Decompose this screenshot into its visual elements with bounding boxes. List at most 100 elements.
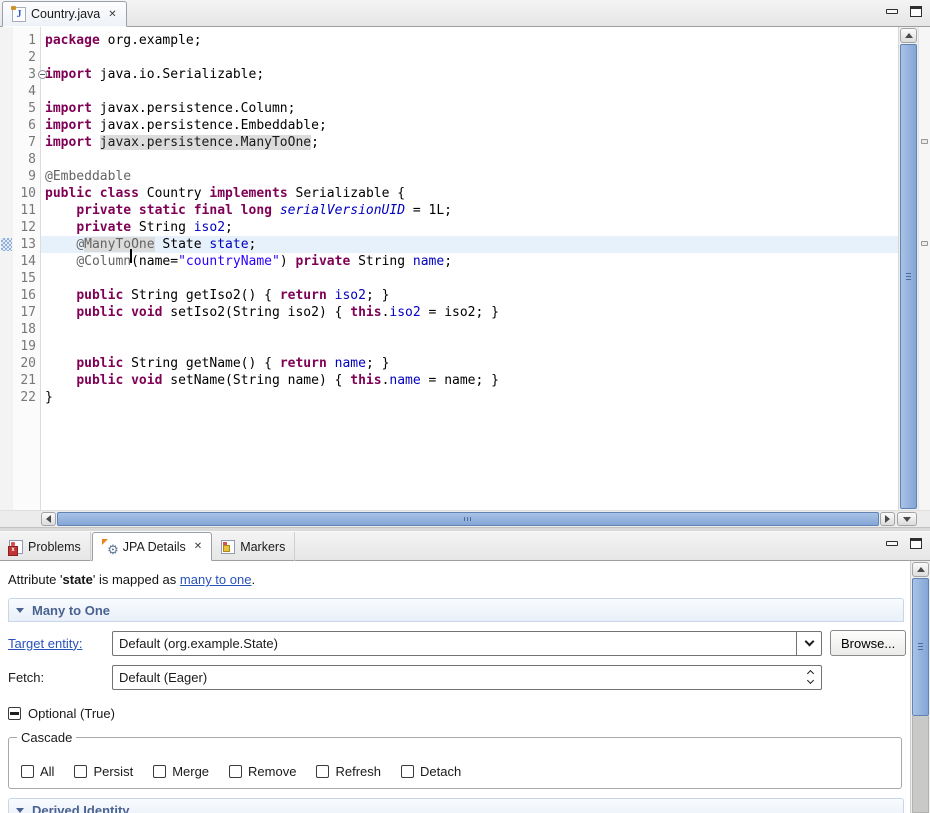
- code-line[interactable]: [41, 321, 898, 338]
- target-entity-combo[interactable]: Default (org.example.State): [112, 631, 822, 656]
- line-number: 12: [13, 219, 40, 236]
- optional-checkbox-row: Optional (True): [8, 706, 908, 721]
- section-title: Many to One: [32, 603, 110, 618]
- code-token: return: [280, 288, 327, 303]
- scroll-right-button[interactable]: [880, 512, 895, 526]
- close-icon[interactable]: ✕: [108, 9, 116, 20]
- overview-occurrence-marker[interactable]: [921, 241, 928, 246]
- code-line[interactable]: [41, 338, 898, 355]
- code-line[interactable]: [41, 270, 898, 287]
- code-token: javax.persistence.Column;: [92, 101, 296, 116]
- editor-hscrollbar-thumb[interactable]: [57, 512, 879, 526]
- cascade-option-all[interactable]: All: [21, 764, 54, 779]
- code-line[interactable]: import javax.persistence.ManyToOne;: [41, 134, 898, 151]
- code-line[interactable]: import javax.persistence.Column;: [41, 100, 898, 117]
- editor-vscrollbar-thumb[interactable]: [900, 44, 917, 509]
- checkbox-label: Merge: [172, 764, 209, 779]
- line-number: 17: [13, 304, 40, 321]
- code-token: public: [76, 305, 123, 320]
- code-token: iso2: [335, 288, 366, 303]
- hscrollbar-track[interactable]: [57, 512, 879, 526]
- code-line[interactable]: import java.io.Serializable;: [41, 66, 898, 83]
- code-line[interactable]: private static final long serialVersionU…: [41, 202, 898, 219]
- panel-vscrollbar-track[interactable]: [912, 716, 929, 813]
- combo-spinner[interactable]: [799, 666, 821, 689]
- code-token: = name; }: [421, 373, 499, 388]
- code-token: [123, 373, 131, 388]
- cascade-option-merge[interactable]: Merge: [153, 764, 209, 779]
- code-line[interactable]: }: [41, 389, 898, 406]
- code-line[interactable]: private String iso2;: [41, 219, 898, 236]
- scroll-up-button[interactable]: [900, 28, 917, 43]
- code-line-current[interactable]: @ManyToOne State state;: [41, 236, 898, 253]
- cascade-option-persist[interactable]: Persist: [74, 764, 133, 779]
- checkbox[interactable]: [21, 765, 34, 778]
- checkbox[interactable]: [153, 765, 166, 778]
- optional-checkbox[interactable]: [8, 707, 21, 720]
- annotation-ruler[interactable]: [0, 27, 13, 510]
- code-token: [45, 288, 76, 303]
- tab-jpa-details[interactable]: JPA Details ✕: [92, 532, 212, 561]
- code-line[interactable]: @Column(name="countryName") private Stri…: [41, 253, 898, 270]
- code-token: [45, 203, 76, 218]
- code-token: import: [45, 135, 92, 150]
- scroll-down-button[interactable]: [897, 512, 917, 526]
- browse-button[interactable]: Browse...: [830, 630, 906, 656]
- line-number: 3: [13, 66, 40, 83]
- code-text-area[interactable]: package org.example; import java.io.Seria…: [41, 27, 898, 510]
- tab-country-java[interactable]: J Country.java ✕: [2, 1, 127, 27]
- line-number-ruler[interactable]: 12345678910111213141516171819202122: [13, 27, 41, 510]
- code-token: setName(String name) {: [162, 373, 350, 388]
- view-tabbar: Problems JPA Details ✕ Markers: [0, 531, 930, 561]
- overview-ruler[interactable]: [918, 27, 930, 510]
- jpa-details-view: Attribute 'state' is mapped as many to o…: [0, 561, 930, 813]
- cascade-group: Cascade AllPersistMergeRemoveRefreshDeta…: [8, 737, 902, 789]
- code-token: name: [335, 356, 366, 371]
- minimize-icon[interactable]: [886, 541, 898, 546]
- tab-problems[interactable]: Problems: [0, 532, 91, 561]
- code-token: ): [280, 254, 296, 269]
- code-line[interactable]: public String getIso2() { return iso2; }: [41, 287, 898, 304]
- panel-vscrollbar-thumb[interactable]: [912, 578, 929, 716]
- code-line[interactable]: [41, 83, 898, 100]
- cascade-option-refresh[interactable]: Refresh: [316, 764, 381, 779]
- checkbox[interactable]: [74, 765, 87, 778]
- checkbox[interactable]: [401, 765, 414, 778]
- arrow-left-icon: [46, 515, 51, 523]
- section-derived-identity[interactable]: Derived Identity: [8, 798, 904, 813]
- maximize-icon[interactable]: [910, 6, 922, 17]
- overview-occurrence-marker[interactable]: [921, 139, 928, 144]
- code-line[interactable]: @Embeddable: [41, 168, 898, 185]
- checkbox[interactable]: [229, 765, 242, 778]
- code-token: (name=: [131, 254, 178, 269]
- mapping-type-link[interactable]: many to one: [180, 572, 252, 587]
- editor-tabbar: J Country.java ✕: [0, 0, 930, 27]
- attribute-mapping-text: Attribute 'state' is mapped as many to o…: [8, 572, 908, 589]
- maximize-icon[interactable]: [910, 538, 922, 549]
- cascade-option-detach[interactable]: Detach: [401, 764, 461, 779]
- scroll-up-button[interactable]: [912, 562, 929, 577]
- close-icon[interactable]: ✕: [194, 541, 202, 552]
- code-line[interactable]: package org.example;: [41, 32, 898, 49]
- checkbox[interactable]: [316, 765, 329, 778]
- code-line[interactable]: public void setIso2(String iso2) { this.…: [41, 304, 898, 321]
- minimize-icon[interactable]: [886, 9, 898, 14]
- code-line[interactable]: import javax.persistence.Embeddable;: [41, 117, 898, 134]
- line-number: 9: [13, 168, 40, 185]
- cascade-option-remove[interactable]: Remove: [229, 764, 296, 779]
- target-entity-link[interactable]: Target entity:: [8, 636, 112, 651]
- combo-dropdown-button[interactable]: [796, 632, 821, 655]
- section-many-to-one[interactable]: Many to One: [8, 598, 904, 622]
- code-line[interactable]: public String getName() { return name; }: [41, 355, 898, 372]
- code-line[interactable]: public void setName(String name) { this.…: [41, 372, 898, 389]
- code-line[interactable]: [41, 151, 898, 168]
- fold-collapse-icon[interactable]: [38, 70, 47, 79]
- tab-markers[interactable]: Markers: [212, 532, 295, 561]
- code-line[interactable]: [41, 49, 898, 66]
- code-token: [92, 135, 100, 150]
- fetch-combo[interactable]: Default (Eager): [112, 665, 822, 690]
- code-line[interactable]: public class Country implements Serializ…: [41, 185, 898, 202]
- code-token: name: [413, 254, 444, 269]
- code-token: }: [45, 390, 53, 405]
- scroll-left-button[interactable]: [41, 512, 56, 526]
